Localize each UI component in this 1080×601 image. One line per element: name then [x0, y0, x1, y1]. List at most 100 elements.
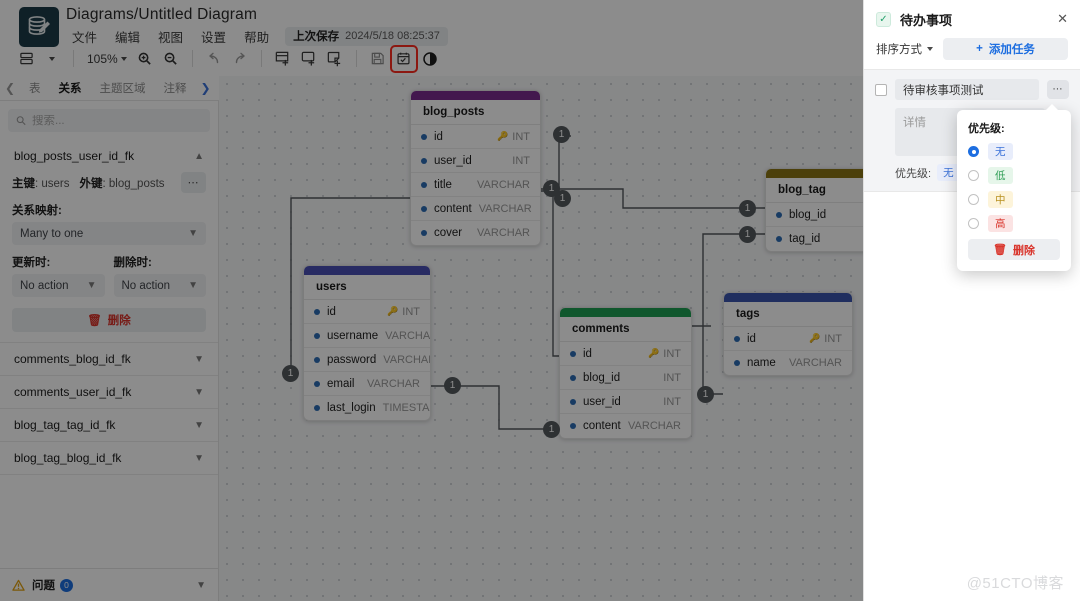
- chevron-right-icon[interactable]: ❯: [196, 81, 216, 95]
- table-node-comments[interactable]: comments id🔑INT blog_idINT user_idINT co…: [559, 307, 692, 439]
- redo-icon[interactable]: [228, 47, 252, 71]
- radio-icon[interactable]: [968, 194, 979, 205]
- relationship-group-comments-blog-id-fk[interactable]: comments_blog_id_fk ▼: [0, 343, 218, 376]
- table-node-blog-posts[interactable]: blog_posts id🔑INT user_idINT titleVARCHA…: [410, 90, 541, 246]
- radio-icon[interactable]: [968, 218, 979, 229]
- field-type-value: INT: [512, 131, 530, 143]
- priority-option-high[interactable]: 高: [968, 215, 1060, 232]
- close-icon[interactable]: ✕: [1057, 11, 1068, 27]
- priority-option-none[interactable]: 无: [968, 143, 1060, 160]
- add-table-icon[interactable]: [271, 47, 295, 71]
- task-name-input[interactable]: 待审核事项测试: [895, 79, 1039, 100]
- layout-rows-icon[interactable]: [14, 47, 38, 71]
- tab-tables[interactable]: 表: [20, 77, 50, 99]
- table-field-row[interactable]: user_idINT: [411, 149, 540, 173]
- search-icon: [16, 115, 26, 126]
- task-checkbox[interactable]: [875, 84, 887, 96]
- problems-bar[interactable]: 问题 0 ▼: [0, 568, 219, 601]
- chevron-down-icon[interactable]: ▼: [194, 354, 204, 365]
- delete-relationship-button[interactable]: 🗑 删除: [12, 308, 206, 332]
- priority-option-medium[interactable]: 中: [968, 191, 1060, 208]
- radio-icon[interactable]: [968, 146, 979, 157]
- table-field-row[interactable]: content VARCHAR: [411, 197, 540, 221]
- cardinality-badge: 1: [739, 200, 756, 217]
- trash-icon: 🗑: [993, 243, 1007, 256]
- chevron-left-icon[interactable]: ❮: [0, 81, 20, 95]
- zoom-level-display[interactable]: 105%: [83, 52, 131, 66]
- tab-notes[interactable]: 注释: [155, 77, 196, 99]
- field-type: 🔑INT: [497, 131, 530, 143]
- table-field-row[interactable]: usernameVARCHAR: [304, 324, 430, 348]
- on-delete-select[interactable]: No action ▼: [114, 274, 207, 297]
- table-color-bar: [411, 91, 540, 100]
- table-field-row[interactable]: tag_id: [766, 227, 863, 251]
- table-field-row[interactable]: last_loginTIMESTAMP: [304, 396, 430, 420]
- table-field-row[interactable]: coverVARCHAR: [411, 221, 540, 245]
- priority-option-low[interactable]: 低: [968, 167, 1060, 184]
- tab-relationships[interactable]: 关系: [50, 77, 91, 99]
- chevron-down-icon[interactable]: ▼: [196, 580, 206, 591]
- todo-calendar-icon[interactable]: [392, 47, 416, 71]
- chevron-down-icon[interactable]: ▼: [194, 453, 204, 464]
- table-field-row[interactable]: id🔑INT: [560, 342, 691, 366]
- table-field-row[interactable]: blog_idINT: [560, 366, 691, 390]
- problems-label: 问题: [32, 577, 55, 593]
- table-field-row[interactable]: id🔑INT: [724, 327, 852, 351]
- diagram-canvas[interactable]: blog_posts id🔑INT user_idINT titleVARCHA…: [219, 76, 863, 601]
- layout-dropdown-caret-icon[interactable]: [40, 47, 64, 71]
- chevron-down-icon[interactable]: ▼: [194, 387, 204, 398]
- table-field-row[interactable]: id🔑INT: [304, 300, 430, 324]
- save-icon[interactable]: [366, 47, 390, 71]
- table-field-row[interactable]: contentVARCHAR: [560, 414, 691, 438]
- add-task-button[interactable]: + 添加任务: [943, 38, 1068, 60]
- table-field-row[interactable]: titleVARCHAR: [411, 173, 540, 197]
- todo-panel: ✓ 待办事项 ✕ 排序方式 + 添加任务 待审核事项测试 ⋯ 详情 优先级:: [863, 0, 1080, 601]
- relationship-group-blog-tag-blog-id-fk[interactable]: blog_tag_blog_id_fk ▼: [0, 442, 218, 475]
- delete-task-button[interactable]: 🗑 删除: [968, 239, 1060, 260]
- task-more-icon[interactable]: ⋯: [1047, 80, 1069, 99]
- cardinality-badge: 1: [739, 226, 756, 243]
- sort-label: 排序方式: [876, 41, 922, 57]
- table-field-row[interactable]: id🔑INT: [411, 125, 540, 149]
- table-field-row[interactable]: user_idINT: [560, 390, 691, 414]
- add-note-icon[interactable]: [323, 47, 347, 71]
- table-node-tags[interactable]: tags id🔑INT nameVARCHAR: [723, 292, 853, 376]
- sort-button[interactable]: 排序方式: [876, 41, 933, 57]
- table-field-row[interactable]: blog_id: [766, 203, 863, 227]
- table-color-bar: [724, 293, 852, 302]
- zoom-in-icon[interactable]: [133, 47, 157, 71]
- relationship-more-icon[interactable]: ⋯: [181, 172, 206, 193]
- relationship-header[interactable]: blog_tag_tag_id_fk ▼: [0, 409, 218, 441]
- undo-icon[interactable]: [202, 47, 226, 71]
- search-box[interactable]: [8, 109, 210, 132]
- tab-subject-areas[interactable]: 主题区域: [91, 77, 155, 99]
- table-node-users[interactable]: users id🔑INT usernameVARCHAR passwordVAR…: [303, 265, 431, 421]
- field-type-value: INT: [512, 155, 530, 167]
- relationship-header[interactable]: blog_tag_blog_id_fk ▼: [0, 442, 218, 474]
- on-update-select[interactable]: No action ▼: [12, 274, 105, 297]
- table-field-row[interactable]: nameVARCHAR: [724, 351, 852, 375]
- field-name: content: [434, 203, 472, 215]
- table-node-blog-tag[interactable]: blog_tag blog_id tag_id: [765, 168, 863, 252]
- search-input[interactable]: [32, 115, 202, 127]
- table-field-row[interactable]: passwordVARCHAR: [304, 348, 430, 372]
- add-area-icon[interactable]: [297, 47, 321, 71]
- chevron-down-icon[interactable]: ▼: [194, 420, 204, 431]
- task-header-row: 待审核事项测试 ⋯: [875, 79, 1069, 100]
- relationship-header[interactable]: comments_user_id_fk ▼: [0, 376, 218, 408]
- field-name: password: [327, 354, 376, 366]
- app-root: Diagrams/Untitled Diagram 文件 编辑 视图 设置 帮助…: [0, 0, 1080, 601]
- relationship-group-blog-tag-tag-id-fk[interactable]: blog_tag_tag_id_fk ▼: [0, 409, 218, 442]
- radio-icon[interactable]: [968, 170, 979, 181]
- table-field-row[interactable]: emailVARCHAR: [304, 372, 430, 396]
- relationship-header[interactable]: blog_posts_user_id_fk ▲: [0, 140, 218, 172]
- relationship-group-comments-user-id-fk[interactable]: comments_user_id_fk ▼: [0, 376, 218, 409]
- contrast-icon[interactable]: [418, 47, 442, 71]
- priority-popup: 优先级: 无 低 中 高 🗑 删除: [957, 110, 1071, 271]
- cardinality-select[interactable]: Many to one ▼: [12, 222, 206, 245]
- relationship-header[interactable]: comments_blog_id_fk ▼: [0, 343, 218, 375]
- field-type-value: VARCHAR: [479, 203, 532, 215]
- field-dot-icon: [421, 158, 427, 164]
- chevron-up-icon[interactable]: ▲: [194, 151, 204, 162]
- zoom-out-icon[interactable]: [159, 47, 183, 71]
